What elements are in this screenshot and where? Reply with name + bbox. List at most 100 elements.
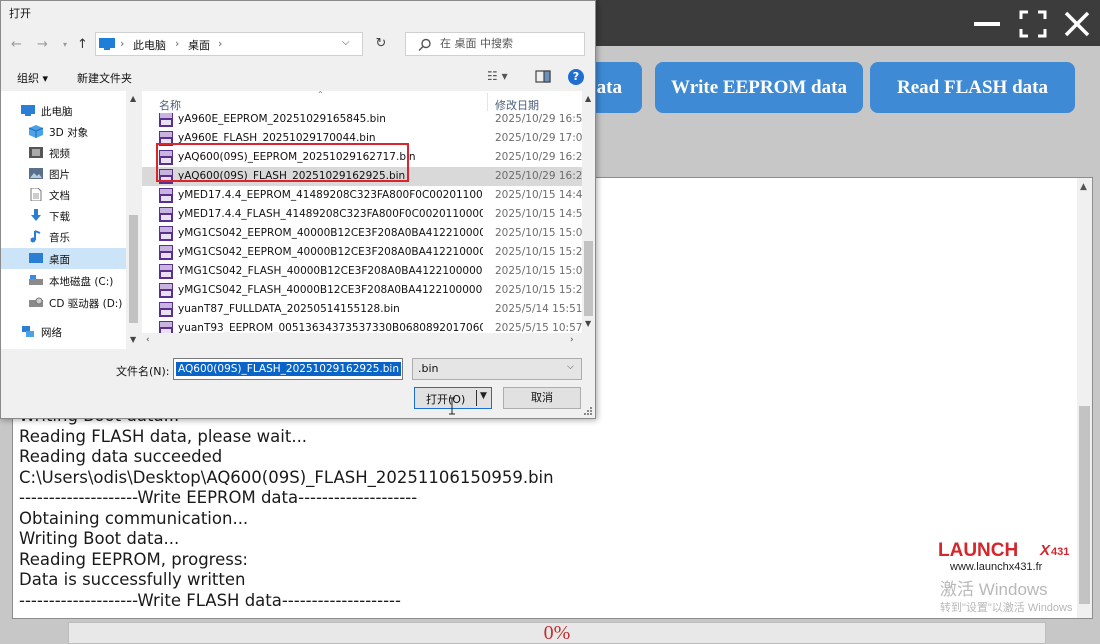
nav-scrollbar[interactable]: ▲ ▼: [126, 91, 141, 349]
filename-value[interactable]: AQ600(09S)_FLASH_20251029162925.bin: [176, 362, 401, 376]
column-header-date[interactable]: 修改日期: [495, 97, 539, 113]
nav-item-label: 下载: [49, 211, 70, 223]
forward-arrow-icon[interactable]: →: [37, 37, 48, 52]
scroll-up-icon[interactable]: ▲: [130, 94, 136, 103]
column-header-name[interactable]: 名称: [159, 97, 181, 113]
nav-item-label: 视频: [49, 148, 70, 160]
nav-item-network[interactable]: 网络: [1, 321, 126, 342]
chevron-down-icon[interactable]: ⌵: [388, 362, 395, 372]
breadcrumb-separator[interactable]: ›: [218, 37, 222, 50]
brand-url: www.launchx431.fr: [950, 561, 1043, 573]
nav-item-label: CD 驱动器 (D:): [49, 298, 123, 310]
nav-item-cd-drive-d[interactable]: CD 驱动器 (D:): [1, 292, 126, 313]
read-flash-button[interactable]: Read FLASH data: [870, 62, 1075, 113]
file-row[interactable]: yMED17.4.4_FLASH_41489208C323FA800F0C002…: [142, 205, 582, 224]
file-row[interactable]: yA960E_EEPROM_20251029165845.bin 2025/10/…: [142, 113, 582, 129]
scroll-right-icon[interactable]: ›: [570, 335, 574, 345]
nav-item-3d-objects[interactable]: 3D 对象: [1, 121, 126, 142]
file-list-horizontal-scrollbar[interactable]: ‹ ›: [142, 333, 595, 349]
cube-icon: [29, 125, 43, 138]
maximize-button[interactable]: [1018, 9, 1048, 39]
file-row[interactable]: yAQ600(09S)_FLASH_20251029162925.bin 2025…: [142, 167, 582, 186]
breadcrumb-this-pc[interactable]: 此电脑: [133, 37, 166, 53]
help-icon[interactable]: ?: [568, 69, 584, 85]
nav-item-desktop[interactable]: 桌面: [1, 248, 126, 269]
dialog-toolbar: 组织 ▾ 新建文件夹 ☷ ▾ ?: [1, 63, 595, 91]
scroll-down-icon[interactable]: ▼: [585, 319, 591, 328]
address-bar[interactable]: › 此电脑 › 桌面 › ⌵: [95, 32, 363, 56]
nav-item-label: 此电脑: [41, 106, 73, 118]
hex-file-icon: [159, 169, 173, 184]
scroll-left-icon[interactable]: ‹: [146, 335, 150, 345]
new-folder-button[interactable]: 新建文件夹: [77, 70, 132, 86]
file-name: yuanT87_FULLDATA_20250514155128.bin: [178, 303, 400, 315]
refresh-button[interactable]: ↻: [369, 32, 393, 56]
file-row[interactable]: yuanT87_FULLDATA_20250514155128.bin 2025/…: [142, 300, 582, 319]
scroll-up-icon[interactable]: ▲: [1080, 182, 1087, 192]
file-name: yA960E_FLASH_20251029170044.bin: [178, 132, 376, 144]
nav-item-label: 网络: [41, 327, 62, 339]
hex-file-icon: [159, 226, 173, 241]
svg-text:431: 431: [1051, 546, 1069, 558]
nav-item-videos[interactable]: 视频: [1, 142, 126, 163]
search-box[interactable]: [405, 32, 585, 56]
nav-item-documents[interactable]: 文档: [1, 184, 126, 205]
file-date: 2025/10/15 15:05: [495, 265, 582, 277]
file-row[interactable]: YMG1CS042_FLASH_40000B12CE3F208A0BA41221…: [142, 262, 582, 281]
search-input[interactable]: [440, 37, 580, 50]
close-button[interactable]: [1062, 9, 1092, 39]
preview-pane-icon[interactable]: [535, 70, 551, 83]
filetype-value: .bin: [418, 362, 439, 375]
dialog-title: 打开: [9, 7, 31, 20]
log-line: Reading FLASH data, please wait...: [19, 426, 308, 446]
file-row[interactable]: yMG1CS042_EEPROM_40000B12CE3F208A0BA4122…: [142, 243, 582, 262]
file-row[interactable]: yMED17.4.4_EEPROM_41489208C323FA800F0C00…: [142, 186, 582, 205]
hex-file-icon: [159, 245, 173, 260]
filetype-select[interactable]: .bin ⌵: [412, 358, 582, 380]
log-line: Data is successfully written: [19, 570, 246, 589]
resize-grip-icon[interactable]: [583, 406, 593, 416]
caret-down-icon[interactable]: ▼: [480, 391, 487, 401]
breadcrumb-desktop[interactable]: 桌面: [188, 37, 210, 53]
up-arrow-icon[interactable]: ↑: [77, 37, 88, 52]
column-divider[interactable]: [487, 93, 488, 111]
hex-file-icon: [159, 302, 173, 317]
scroll-down-icon[interactable]: ▼: [130, 335, 136, 344]
navigation-pane: 此电脑 3D 对象 视频 图片 文档 下载 音乐 桌面 本地磁盘 (C:) CD…: [1, 91, 141, 349]
file-date: 2025/10/15 14:50: [495, 208, 582, 220]
log-line: Obtaining communication...: [19, 508, 249, 528]
picture-icon: [29, 168, 43, 179]
file-list-pane: ⌃ 名称 修改日期 yA960E_EEPROM_20251029165845.b…: [142, 90, 595, 349]
file-row[interactable]: yMG1CS042_EEPROM_40000B12CE3F208A0BA4122…: [142, 224, 582, 243]
file-list-vertical-scrollbar[interactable]: ▲ ▼: [582, 91, 595, 333]
filename-input[interactable]: AQ600(09S)_FLASH_20251029162925.bin ⌵: [173, 358, 403, 380]
cancel-button[interactable]: 取消: [503, 387, 581, 409]
file-list-scroll-thumb[interactable]: [584, 241, 593, 316]
chevron-down-icon[interactable]: ⌵: [567, 362, 574, 372]
file-row[interactable]: yAQ600(09S)_EEPROM_20251029162717.bin 202…: [142, 148, 582, 167]
hex-file-icon: [159, 283, 173, 298]
view-options-icon[interactable]: ☷ ▾: [487, 69, 508, 83]
chevron-down-icon[interactable]: ▾: [63, 40, 67, 49]
write-eeprom-button[interactable]: Write EEPROM data: [655, 62, 863, 113]
nav-item-music[interactable]: 音乐: [1, 226, 126, 247]
file-name: yMG1CS042_EEPROM_40000B12CE3F208A0BA4122…: [178, 227, 483, 239]
nav-item-downloads[interactable]: 下载: [1, 205, 126, 226]
desktop-icon: [29, 253, 43, 263]
nav-item-pictures[interactable]: 图片: [1, 163, 126, 184]
file-row[interactable]: yA960E_FLASH_20251029170044.bin 2025/10/2…: [142, 129, 582, 148]
file-name: YMG1CS042_FLASH_40000B12CE3F208A0BA41221…: [178, 265, 483, 277]
organize-button[interactable]: 组织 ▾: [17, 70, 48, 86]
nav-item-local-disk-c[interactable]: 本地磁盘 (C:): [1, 270, 126, 291]
nav-item-this-pc[interactable]: 此电脑: [1, 100, 126, 121]
back-arrow-icon[interactable]: ←: [11, 37, 22, 52]
file-date: 2025/10/15 15:03: [495, 227, 582, 239]
log-scroll-thumb[interactable]: [1079, 406, 1090, 604]
chevron-down-icon[interactable]: ⌵: [342, 37, 350, 48]
scroll-up-icon[interactable]: ▲: [585, 94, 591, 103]
minimize-button[interactable]: [972, 9, 1002, 39]
file-row[interactable]: yuanT93_EEPROM_00513634373537330B0680892…: [142, 319, 582, 333]
nav-scroll-thumb[interactable]: [129, 215, 138, 323]
nav-item-label: 桌面: [49, 254, 70, 266]
file-row[interactable]: yMG1CS042_FLASH_40000B12CE3F208A0BA41221…: [142, 281, 582, 300]
